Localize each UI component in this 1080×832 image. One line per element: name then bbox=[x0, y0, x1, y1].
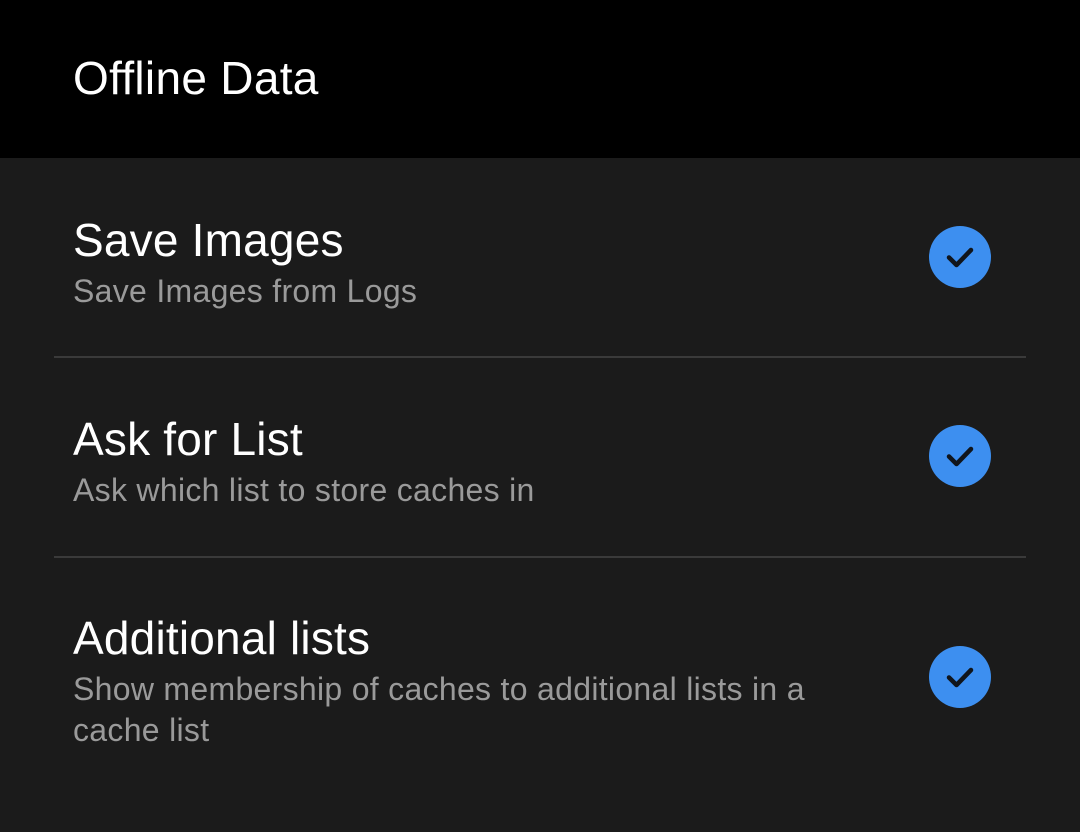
pref-title: Additional lists bbox=[73, 612, 371, 664]
pref-ask-for-list[interactable]: Ask for List Ask which list to store cac… bbox=[0, 358, 1080, 556]
check-icon bbox=[946, 446, 974, 467]
pref-title: Save Images bbox=[73, 214, 344, 266]
pref-save-images[interactable]: Save Images Save Images from Logs bbox=[0, 158, 1080, 356]
pref-summary: Show membership of caches to additional … bbox=[73, 671, 805, 748]
toolbar: Offline Data bbox=[0, 0, 1080, 158]
ask-for-list-checkbox[interactable] bbox=[929, 425, 991, 487]
settings-screen: Offline Data Save Images Save Images fro… bbox=[0, 0, 1080, 832]
pref-additional-lists[interactable]: Additional lists Show membership of cach… bbox=[0, 558, 1080, 832]
pref-title: Ask for List bbox=[73, 413, 303, 465]
pref-summary: Ask which list to store caches in bbox=[73, 472, 535, 508]
preference-list: Save Images Save Images from Logs Ask fo… bbox=[0, 158, 1080, 832]
save-images-checkbox[interactable] bbox=[929, 226, 991, 288]
additional-lists-checkbox[interactable] bbox=[929, 646, 991, 708]
page-title: Offline Data bbox=[73, 52, 319, 104]
check-icon bbox=[946, 667, 974, 688]
check-icon bbox=[946, 247, 974, 268]
pref-summary: Save Images from Logs bbox=[73, 273, 418, 309]
